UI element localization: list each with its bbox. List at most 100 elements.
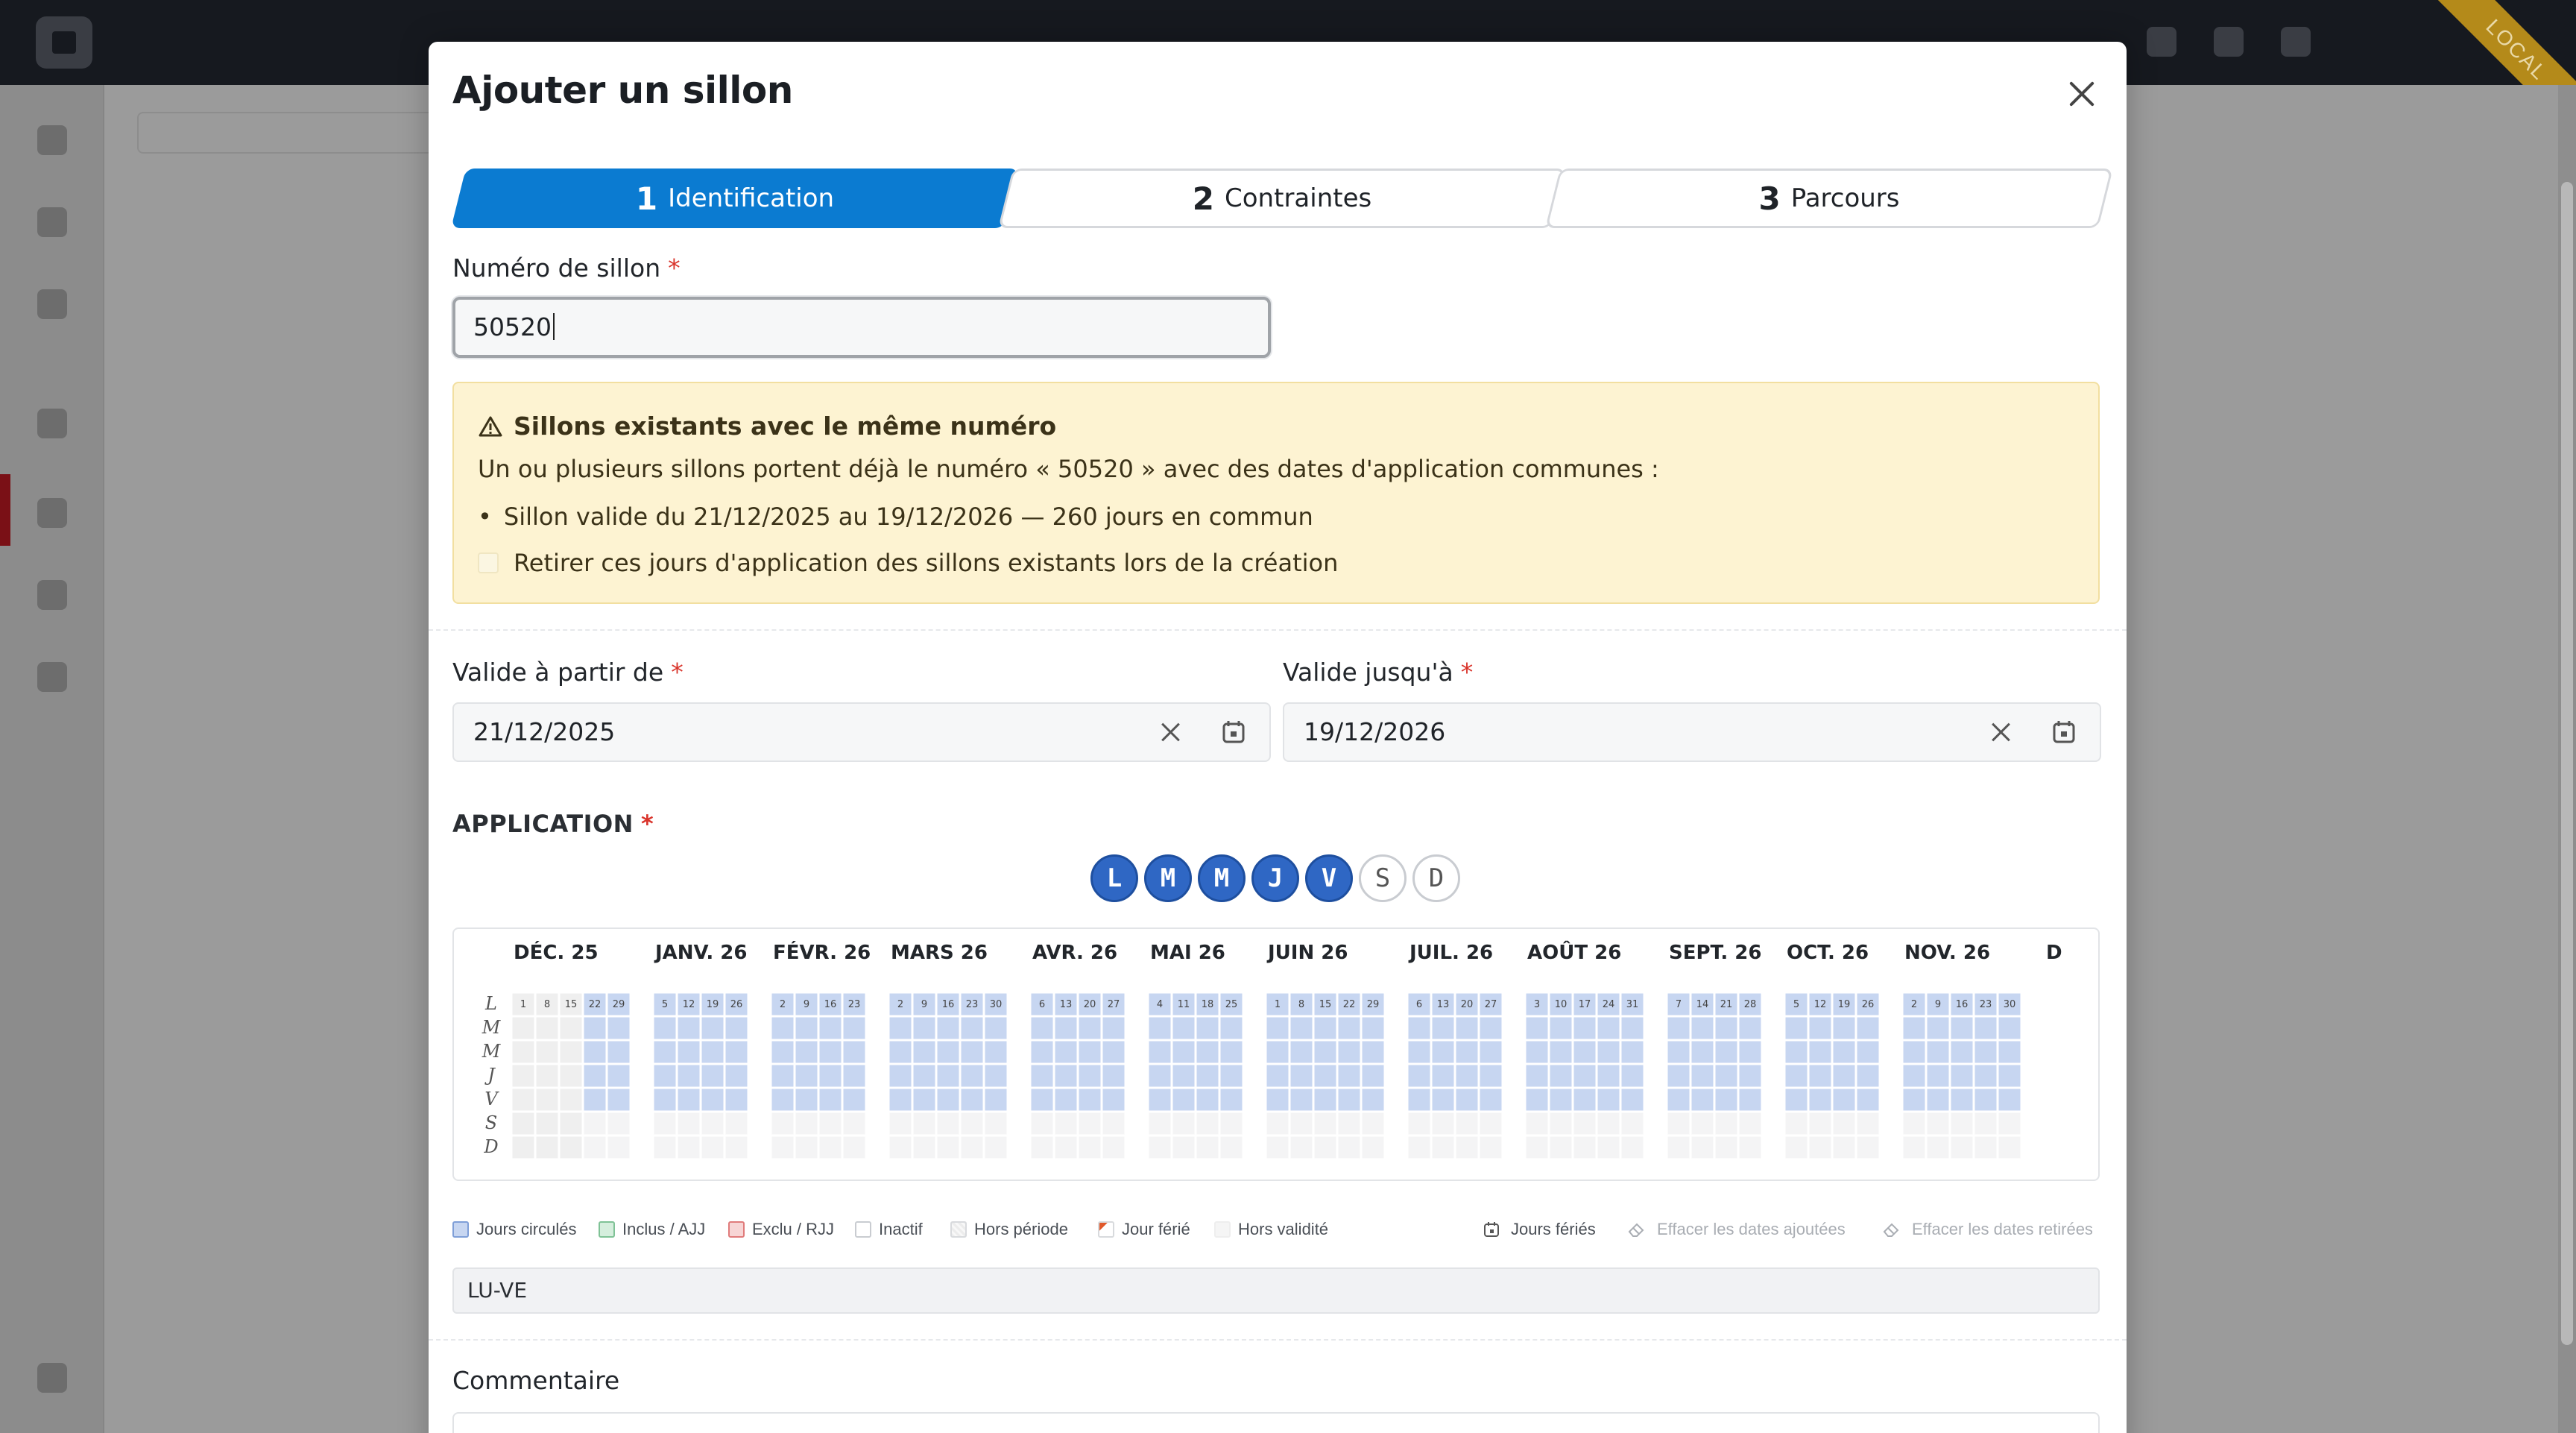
- clear-added-dates-button[interactable]: Effacer les dates ajoutées: [1627, 1220, 1846, 1239]
- calendar-day-cell[interactable]: [818, 1040, 842, 1064]
- calendar-day-cell[interactable]: [583, 1040, 607, 1064]
- calendar-day-cell[interactable]: [1030, 1040, 1054, 1064]
- calendar-day-cell[interactable]: [535, 1064, 559, 1088]
- calendar-day-cell[interactable]: [1926, 1112, 1950, 1136]
- calendar-icon[interactable]: [1220, 719, 1247, 746]
- calendar-day-cell[interactable]: [1479, 1136, 1503, 1159]
- calendar-day-cell[interactable]: [818, 1016, 842, 1040]
- calendar-day-cell[interactable]: [1030, 1016, 1054, 1040]
- calendar-day-cell[interactable]: [1573, 1088, 1597, 1112]
- calendar-day-cell[interactable]: [511, 1016, 535, 1040]
- calendar-day-cell[interactable]: [1525, 1064, 1549, 1088]
- calendar-day-cell[interactable]: [1690, 1064, 1714, 1088]
- calendar-day-cell[interactable]: [842, 1136, 866, 1159]
- valid-to-input[interactable]: 19/12/2026: [1283, 702, 2101, 762]
- calendar-day-cell[interactable]: [583, 1112, 607, 1136]
- map-icon[interactable]: [37, 289, 67, 319]
- calendar-day-cell[interactable]: [1998, 1064, 2021, 1088]
- calendar-day-cell[interactable]: [1054, 1064, 1078, 1088]
- calendar-day-cell[interactable]: [1289, 1112, 1313, 1136]
- calendar-day-cell[interactable]: [1714, 1088, 1738, 1112]
- calendar-day-cell[interactable]: [1950, 1016, 1974, 1040]
- calendar-day-cell[interactable]: [984, 1040, 1008, 1064]
- valid-from-input[interactable]: 21/12/2025: [452, 702, 1271, 762]
- calendar-day-cell[interactable]: [842, 1040, 866, 1064]
- calendar-day-cell[interactable]: [607, 1016, 631, 1040]
- calendar-day-cell[interactable]: [1950, 1064, 1974, 1088]
- calendar-day-cell[interactable]: [1289, 1016, 1313, 1040]
- calendar-day-cell[interactable]: [1714, 1016, 1738, 1040]
- calendar-day-cell[interactable]: [1926, 1088, 1950, 1112]
- calendar-day-cell[interactable]: [1808, 1112, 1832, 1136]
- calendar-day-cell[interactable]: [1479, 1040, 1503, 1064]
- calendar-day-cell[interactable]: [1808, 1136, 1832, 1159]
- calendar-day-cell[interactable]: [1479, 1064, 1503, 1088]
- calendar-day-cell[interactable]: [1597, 1064, 1620, 1088]
- calendar-day-cell[interactable]: [1102, 1112, 1126, 1136]
- calendar-day-cell[interactable]: [1337, 1136, 1361, 1159]
- calendar-day-cell[interactable]: [535, 1040, 559, 1064]
- calendar-day-cell[interactable]: [795, 1040, 818, 1064]
- calendar-day-cell[interactable]: [535, 1088, 559, 1112]
- calendar-day-cell[interactable]: [1902, 1136, 1926, 1159]
- calendar-day-cell[interactable]: [724, 1040, 748, 1064]
- calendar-day-cell[interactable]: [1030, 1112, 1054, 1136]
- calendar-day-cell[interactable]: [1667, 1112, 1690, 1136]
- calendar-day-cell[interactable]: [936, 1088, 960, 1112]
- calendar-day-cell[interactable]: [1549, 1088, 1573, 1112]
- calendar-day-cell[interactable]: [701, 1040, 724, 1064]
- calendar-day-cell[interactable]: [1289, 1088, 1313, 1112]
- calendar-day-cell[interactable]: [1902, 1016, 1926, 1040]
- calendar-day-cell[interactable]: [1597, 1040, 1620, 1064]
- remove-days-checkbox-row[interactable]: Retirer ces jours d'application des sill…: [478, 549, 1338, 577]
- calendar-day-cell[interactable]: [511, 1136, 535, 1159]
- calendar-day-cell[interactable]: [1690, 1112, 1714, 1136]
- calendar-day-cell[interactable]: [724, 1016, 748, 1040]
- calendar-day-cell[interactable]: [1455, 1088, 1479, 1112]
- calendar-day-cell[interactable]: [701, 1064, 724, 1088]
- calendar-day-cell[interactable]: [1431, 1136, 1455, 1159]
- calendar-day-cell[interactable]: [1337, 1064, 1361, 1088]
- layers-icon[interactable]: [37, 498, 67, 528]
- calendar-day-cell[interactable]: [1078, 1016, 1102, 1040]
- calendar-day-cell[interactable]: [1974, 1064, 1998, 1088]
- calendar-day-cell[interactable]: [1431, 1064, 1455, 1088]
- calendar-day-cell[interactable]: [1974, 1040, 1998, 1064]
- calendar-day-cell[interactable]: [1714, 1040, 1738, 1064]
- calendar-day-cell[interactable]: [1690, 1016, 1714, 1040]
- calendar-day-cell[interactable]: [1148, 1136, 1172, 1159]
- calendar-day-cell[interactable]: [724, 1112, 748, 1136]
- calendar-day-cell[interactable]: [1219, 1088, 1243, 1112]
- calendar-day-cell[interactable]: [1196, 1112, 1219, 1136]
- calendar-day-cell[interactable]: [1597, 1016, 1620, 1040]
- calendar-day-cell[interactable]: [1078, 1040, 1102, 1064]
- calendar-day-cell[interactable]: [653, 1136, 677, 1159]
- calendar-day-cell[interactable]: [1172, 1088, 1196, 1112]
- calendar-day-cell[interactable]: [535, 1016, 559, 1040]
- calendar-day-cell[interactable]: [1620, 1064, 1644, 1088]
- calendar-day-cell[interactable]: [1078, 1088, 1102, 1112]
- calendar-day-cell[interactable]: [1808, 1040, 1832, 1064]
- calendar-day-cell[interactable]: [1902, 1064, 1926, 1088]
- calendar-day-cell[interactable]: [842, 1112, 866, 1136]
- calendar-day-cell[interactable]: [1102, 1088, 1126, 1112]
- calendar-day-cell[interactable]: [1337, 1088, 1361, 1112]
- calendar-day-cell[interactable]: [607, 1064, 631, 1088]
- calendar-day-cell[interactable]: [511, 1088, 535, 1112]
- calendar-day-cell[interactable]: [1266, 1040, 1289, 1064]
- calendar-day-cell[interactable]: [1313, 1136, 1337, 1159]
- calendar-day-cell[interactable]: [1266, 1016, 1289, 1040]
- calendar-day-cell[interactable]: [1102, 1064, 1126, 1088]
- calendar-day-cell[interactable]: [1974, 1088, 1998, 1112]
- calendar-day-cell[interactable]: [1361, 1016, 1385, 1040]
- calendar-day-cell[interactable]: [1690, 1088, 1714, 1112]
- calendar-day-cell[interactable]: [1431, 1112, 1455, 1136]
- calendar-day-cell[interactable]: [677, 1016, 701, 1040]
- calendar-day-cell[interactable]: [1856, 1016, 1880, 1040]
- calendar-day-cell[interactable]: [1597, 1136, 1620, 1159]
- list-icon[interactable]: [37, 662, 67, 692]
- calendar-day-cell[interactable]: [818, 1112, 842, 1136]
- calendar-day-cell[interactable]: [607, 1136, 631, 1159]
- calendar-day-cell[interactable]: [1361, 1112, 1385, 1136]
- calendar-day-cell[interactable]: [1196, 1040, 1219, 1064]
